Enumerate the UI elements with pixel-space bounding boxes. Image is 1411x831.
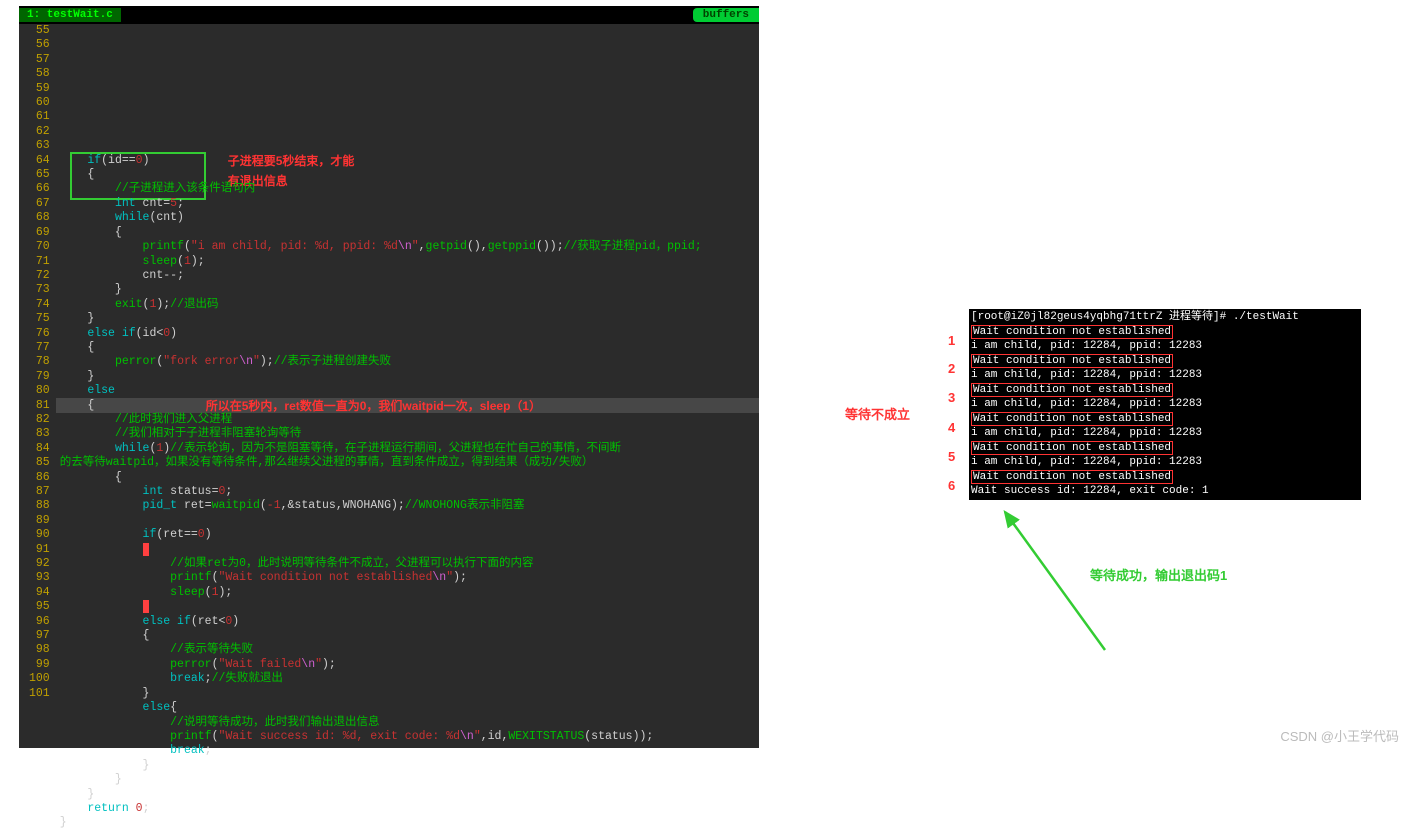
editor-titlebar: 1: testWait.c buffers bbox=[19, 6, 759, 24]
terminal-marker-6: 6 bbox=[948, 478, 955, 493]
terminal-marker-2: 2 bbox=[948, 361, 955, 376]
terminal-marker-5: 5 bbox=[948, 449, 955, 464]
terminal-output: [root@iZ0jl82geus4yqbhg71ttrZ 进程等待]# ./t… bbox=[969, 309, 1361, 500]
code-body[interactable]: 子进程要5秒结束，才能 有退出信息 所以在5秒内，ret数值一直为0，我们wai… bbox=[56, 24, 759, 748]
terminal-marker-1: 1 bbox=[948, 333, 955, 348]
line-gutter: 55 56 57 58 59 60 61 62 63 64 65 66 67 6… bbox=[19, 24, 56, 748]
buffers-badge[interactable]: buffers bbox=[693, 8, 759, 22]
code-editor[interactable]: 1: testWait.c buffers 55 56 57 58 59 60 … bbox=[19, 6, 759, 748]
annotation-wait-not-established: 等待不成立 bbox=[845, 404, 910, 423]
editor-tab[interactable]: 1: testWait.c bbox=[19, 8, 121, 22]
watermark: CSDN @小王学代码 bbox=[1280, 726, 1399, 745]
terminal-marker-4: 4 bbox=[948, 420, 955, 435]
terminal-marker-3: 3 bbox=[948, 390, 955, 405]
arrow-icon bbox=[950, 500, 1150, 680]
annotation-wait-success: 等待成功，输出退出码1 bbox=[1090, 565, 1227, 584]
